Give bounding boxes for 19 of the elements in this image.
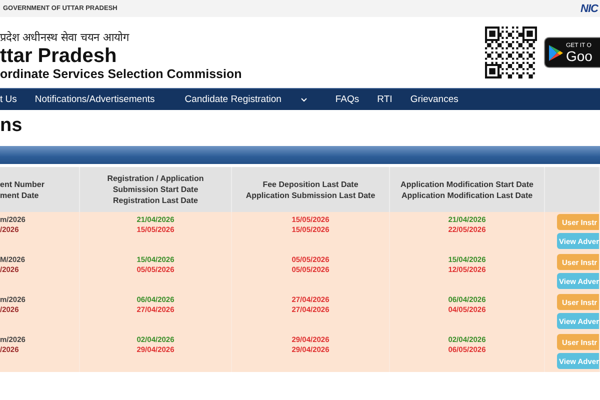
nav-link[interactable]: Notifications/Advertisements [34, 94, 155, 105]
site-title: ttar Pradesh [0, 44, 118, 66]
qr-code [485, 26, 537, 79]
column-header: ent Number ment Date [0, 167, 80, 212]
badge-store-name: Goo [566, 48, 592, 62]
play-triangle-icon [549, 44, 563, 60]
column-header: Application Modification Start Date Application Modification Last Date [390, 167, 545, 212]
nav-link[interactable]: Grievances [410, 94, 458, 105]
site-subtitle: ordinate Services Selection Commission [0, 66, 242, 80]
nav-link[interactable]: Candidate Registration [184, 94, 308, 105]
nav-link[interactable]: RTI [377, 94, 392, 105]
hindi-title: प्रदेश अधीनस्थ सेवा चयन आयोग [0, 30, 130, 44]
column-header [545, 167, 600, 212]
nic-logo: NIC [580, 2, 600, 14]
page-heading: ns [0, 115, 22, 137]
column-header: Registration / Application Submission Start Date Registration Last Date [80, 167, 232, 212]
nav-link[interactable]: FAQs [335, 94, 360, 105]
column-header: Fee Deposition Last Date Application Submission Last Date [232, 167, 390, 212]
nav-link[interactable]: t Us [0, 94, 17, 105]
